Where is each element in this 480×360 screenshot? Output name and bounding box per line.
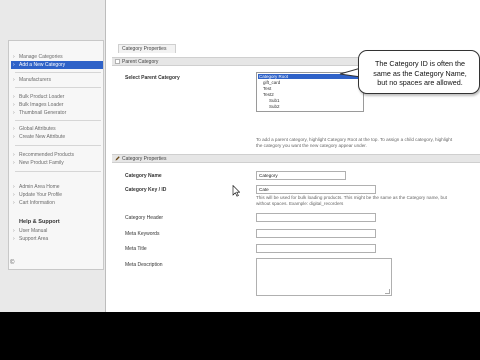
sidebar-item-label: Create New Attribute	[19, 134, 66, 140]
sidebar-group-manufacturers: › Manufacturers	[11, 76, 103, 84]
mouse-cursor-icon	[232, 185, 240, 197]
sidebar-item-label: Cart Information	[19, 200, 55, 206]
tree-item-sub2[interactable]: Sub2	[269, 104, 280, 109]
page-icon	[115, 59, 120, 64]
help-line: without spaces. Example: digital_recorde…	[256, 201, 344, 206]
sidebar-item-label: Admin Area Home	[19, 184, 60, 190]
sidebar-item-support-area[interactable]: › Support Area	[11, 235, 103, 243]
category-properties-header: Category Properties	[112, 154, 480, 163]
divider	[15, 120, 101, 121]
app-window: › Manage Categories › Add a New Category ›…	[0, 0, 480, 312]
category-header-label: Category Header	[125, 215, 164, 221]
tab-category-properties[interactable]: Category Properties	[118, 44, 176, 53]
bullet-icon: ›	[13, 62, 15, 68]
sidebar-item-label: Manufacturers	[19, 77, 51, 83]
sidebar-item-label: Bulk Images Loader	[19, 102, 64, 108]
bullet-icon: ›	[13, 184, 15, 190]
sidebar-item-label: Add a New Category	[19, 62, 66, 68]
sidebar-item-label: User Manual	[19, 228, 48, 234]
sidebar-item-label: Update Your Profile	[19, 192, 63, 198]
category-key-label: Category Key / ID	[125, 187, 167, 193]
bullet-icon: ›	[13, 200, 15, 206]
sidebar-group-bulk: › Bulk Product Loader › Bulk Images Loader…	[11, 93, 103, 117]
category-key-input[interactable]	[256, 185, 376, 194]
bullet-icon: ›	[13, 228, 15, 234]
section-header-label: Parent Category	[122, 59, 159, 65]
sidebar-item-label: Bulk Product Loader	[19, 94, 65, 100]
sidebar-item-user-manual[interactable]: › User Manual	[11, 227, 103, 235]
sidebar-group-products: › Recommended Products › New Product Famil…	[11, 151, 103, 167]
sidebar-item-add-category[interactable]: › Add a New Category	[11, 61, 103, 69]
meta-description-label: Meta Description	[125, 262, 163, 268]
category-name-label: Category Name	[125, 173, 162, 179]
tree-item-test2[interactable]: Test2	[263, 92, 274, 97]
category-name-input[interactable]	[256, 171, 346, 180]
divider	[15, 171, 101, 172]
sidebar-item-label: Recommended Products	[19, 152, 75, 158]
sidebar-item-bulk-images-loader[interactable]: › Bulk Images Loader	[11, 101, 103, 109]
meta-keywords-label: Meta Keywords	[125, 231, 160, 237]
bullet-icon: ›	[13, 134, 15, 140]
sidebar-group-attributes: › Global Attributes › Create New Attribute	[11, 125, 103, 141]
bullet-icon: ›	[13, 192, 15, 198]
copyright-icon: ©	[10, 260, 15, 266]
sidebar-group-help: › User Manual › Support Area	[11, 227, 103, 243]
sidebar-item-label: Manage Categories	[19, 54, 63, 60]
sidebar-group-admin: › Admin Area Home › Update Your Profile › C…	[11, 183, 103, 207]
parent-category-help: To add a parent category, highlight Cate…	[256, 137, 452, 149]
bullet-icon: ›	[13, 110, 15, 116]
pencil-icon	[115, 156, 120, 161]
meta-keywords-input[interactable]	[256, 229, 376, 238]
sidebar-item-manage-categories[interactable]: › Manage Categories	[11, 53, 103, 61]
sidebar-item-cart-information[interactable]: › Cart Information	[11, 199, 103, 207]
bullet-icon: ›	[13, 126, 15, 132]
category-header-input[interactable]	[256, 213, 376, 222]
bullet-icon: ›	[13, 160, 15, 166]
sidebar-item-new-product-family[interactable]: › New Product Family	[11, 159, 103, 167]
resize-handle[interactable]	[385, 289, 390, 294]
sidebar-item-label: Thumbnail Generator	[19, 110, 67, 116]
sidebar-item-global-attributes[interactable]: › Global Attributes	[11, 125, 103, 133]
sidebar-item-bulk-product-loader[interactable]: › Bulk Product Loader	[11, 93, 103, 101]
select-parent-category-label: Select Parent Category	[125, 75, 180, 81]
bullet-icon: ›	[13, 94, 15, 100]
bullet-icon: ›	[13, 236, 15, 242]
callout-line: same as the Category Name,	[373, 68, 467, 78]
sidebar-item-thumbnail-generator[interactable]: › Thumbnail Generator	[11, 109, 103, 117]
sidebar-nav-panel: › Manage Categories › Add a New Category ›…	[8, 40, 104, 270]
help-support-heading: Help & Support	[19, 219, 60, 225]
main-content: Category Properties Parent Category Sele…	[106, 0, 480, 312]
sidebar-item-update-profile[interactable]: › Update Your Profile	[11, 191, 103, 199]
tree-item-sub1[interactable]: Sub1	[269, 98, 280, 103]
sidebar-item-admin-home[interactable]: › Admin Area Home	[11, 183, 103, 191]
divider	[15, 87, 101, 88]
meta-description-textarea[interactable]	[256, 258, 392, 296]
meta-title-label: Meta Title	[125, 246, 147, 252]
callout-text: The Category ID is often the same as the…	[363, 59, 477, 88]
bullet-icon: ›	[13, 102, 15, 108]
divider	[15, 145, 101, 146]
bullet-icon: ›	[13, 77, 15, 83]
sidebar-item-recommended-products[interactable]: › Recommended Products	[11, 151, 103, 159]
bullet-icon: ›	[13, 152, 15, 158]
tree-item-gift-card[interactable]: gift_card	[263, 80, 280, 85]
divider	[15, 72, 101, 73]
bullet-icon: ›	[13, 54, 15, 60]
sidebar-item-manufacturers[interactable]: › Manufacturers	[11, 76, 103, 84]
help-line: the category you want the new category a…	[256, 143, 367, 148]
callout-line: The Category ID is often the	[375, 59, 465, 68]
section-header-label: Category Properties	[122, 156, 167, 162]
sidebar: › Manage Categories › Add a New Category ›…	[0, 0, 106, 312]
meta-title-input[interactable]	[256, 244, 376, 253]
sidebar-item-label: Support Area	[19, 236, 49, 242]
callout-line: but no spaces are allowed.	[377, 78, 463, 87]
sidebar-group-categories: › Manage Categories › Add a New Category	[11, 53, 103, 69]
category-key-help: This will be used for bulk loading produ…	[256, 195, 447, 207]
tooltip-callout: The Category ID is often the same as the…	[358, 50, 480, 94]
sidebar-item-label: New Product Family	[19, 160, 64, 166]
sidebar-item-label: Global Attributes	[19, 126, 56, 132]
video-letterbox	[0, 312, 480, 360]
tree-item-test[interactable]: Test	[263, 86, 271, 91]
sidebar-item-create-attribute[interactable]: › Create New Attribute	[11, 133, 103, 141]
